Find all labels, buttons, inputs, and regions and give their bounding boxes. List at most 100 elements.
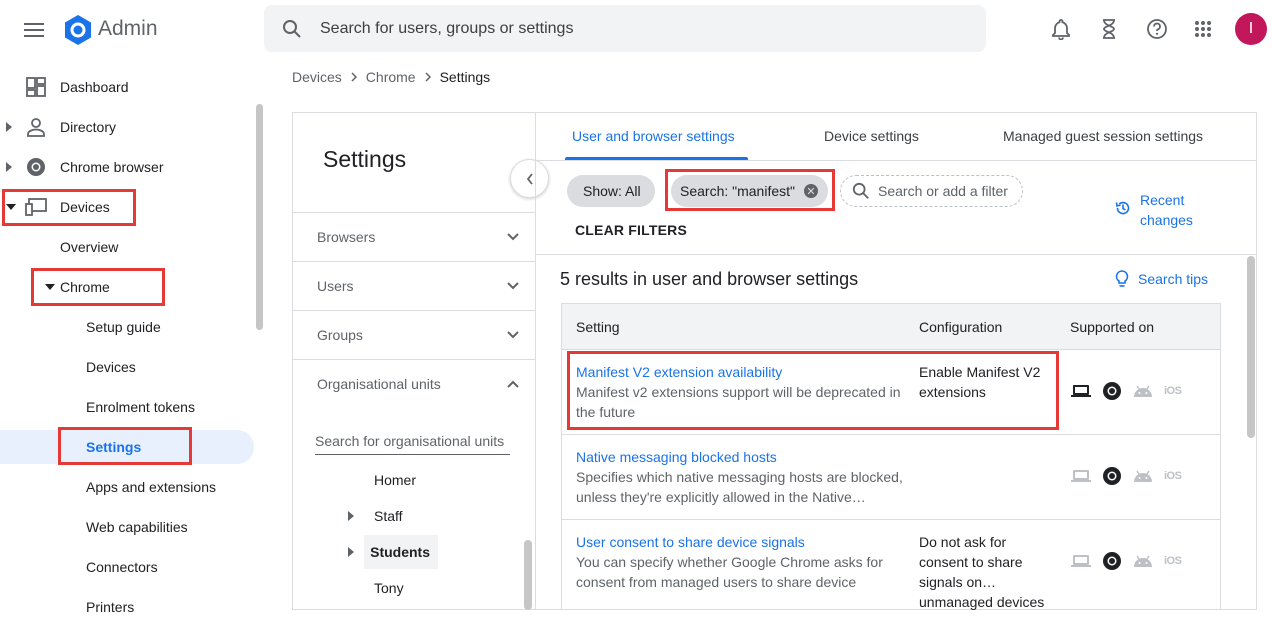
sidebar-item-settings[interactable]: Settings xyxy=(0,430,254,464)
global-search-input[interactable] xyxy=(320,19,920,38)
sidebar-item-connectors[interactable]: Connectors xyxy=(0,550,250,584)
chevron-down-icon xyxy=(507,233,519,241)
recent-changes-link[interactable]: Recent changes xyxy=(1115,190,1204,230)
sidebar-item-printers[interactable]: Printers xyxy=(0,590,250,624)
avatar[interactable]: I xyxy=(1235,13,1267,45)
sidebar-item-label: Printers xyxy=(86,599,135,615)
tab-device-settings[interactable]: Device settings xyxy=(824,128,919,144)
help-icon[interactable] xyxy=(1144,16,1170,42)
sidebar-item-label: Dashboard xyxy=(60,79,129,95)
setting-name-link[interactable]: User consent to share device signals xyxy=(576,532,805,552)
search-manifest-chip[interactable]: Search: "manifest" ✕ xyxy=(671,175,828,207)
chip-label: Show: All xyxy=(583,183,641,199)
table-row[interactable]: Native messaging blocked hosts Specifies… xyxy=(562,435,1220,520)
breadcrumb-chrome[interactable]: Chrome xyxy=(366,69,416,85)
sidebar-item-chrome[interactable]: Chrome xyxy=(0,270,250,304)
setting-name-link[interactable]: Native messaging blocked hosts xyxy=(576,447,777,467)
ou-item-tony[interactable]: Tony xyxy=(374,571,404,605)
global-search[interactable] xyxy=(264,5,986,52)
show-all-chip[interactable]: Show: All xyxy=(567,175,655,207)
sidebar-item-devices-sub[interactable]: Devices xyxy=(0,350,250,384)
history-icon xyxy=(1115,200,1131,230)
chevron-right-icon xyxy=(351,72,357,82)
sidebar-item-dashboard[interactable]: Dashboard xyxy=(0,70,250,104)
collapse-arrow-icon[interactable] xyxy=(45,284,55,290)
sidebar-item-label: Settings xyxy=(86,439,142,455)
breadcrumb: Devices Chrome Settings xyxy=(292,69,490,85)
chrome-icon xyxy=(1102,551,1122,571)
expand-arrow-icon[interactable] xyxy=(6,122,16,132)
apps-grid-icon[interactable] xyxy=(1190,16,1216,42)
remove-chip-icon[interactable]: ✕ xyxy=(804,184,818,198)
table-header: Setting Configuration Supported on xyxy=(562,304,1220,350)
search-tips-link[interactable]: Search tips xyxy=(1115,270,1208,288)
add-filter-field[interactable] xyxy=(840,175,1023,207)
ios-icon: iOS xyxy=(1164,385,1182,397)
tab-user-and-browser-settings[interactable]: User and browser settings xyxy=(572,128,735,144)
results-scrollbar[interactable] xyxy=(1247,256,1255,438)
sidebar-item-label: Chrome xyxy=(60,279,110,295)
ou-search-input[interactable] xyxy=(315,428,510,455)
expand-arrow-icon[interactable] xyxy=(348,547,364,557)
chrome-icon xyxy=(25,156,47,178)
menu-icon[interactable] xyxy=(20,16,48,44)
sidebar-scrollbar[interactable] xyxy=(256,104,263,330)
supported-platforms: iOS xyxy=(1070,551,1182,571)
breadcrumb-settings: Settings xyxy=(439,69,491,85)
table-row[interactable]: Manifest V2 extension availability Manif… xyxy=(562,350,1220,435)
filter-groups[interactable]: Groups xyxy=(293,310,535,359)
filters-divider xyxy=(536,254,1256,255)
sidebar-item-chrome-browser[interactable]: Chrome browser xyxy=(0,150,250,184)
expand-arrow-icon[interactable] xyxy=(6,162,16,172)
app-title: Admin xyxy=(98,17,158,40)
sidebar-item-setup-guide[interactable]: Setup guide xyxy=(0,310,250,344)
ou-label: Homer xyxy=(374,472,417,488)
bell-icon[interactable] xyxy=(1048,16,1074,42)
tab-managed-guest-session-settings[interactable]: Managed guest session settings xyxy=(1003,128,1203,144)
collapse-arrow-icon[interactable] xyxy=(6,204,16,210)
filter-label: Users xyxy=(317,278,354,294)
sidebar-item-overview[interactable]: Overview xyxy=(0,230,250,264)
sidebar-item-apps-and-extensions[interactable]: Apps and extensions xyxy=(0,470,250,504)
column-header-setting[interactable]: Setting xyxy=(576,319,620,335)
filter-label: Groups xyxy=(317,327,363,343)
sidebar-item-web-capabilities[interactable]: Web capabilities xyxy=(0,510,250,544)
ou-item-students-row[interactable]: Students xyxy=(348,535,438,569)
filter-browsers[interactable]: Browsers xyxy=(293,212,535,261)
setting-description: You can specify whether Google Chrome as… xyxy=(576,554,883,590)
add-filter-input[interactable] xyxy=(878,183,1018,199)
setting-configuration: Enable Manifest V2 extensions xyxy=(919,364,1041,400)
clear-filters-button[interactable]: CLEAR FILTERS xyxy=(575,222,687,238)
sidebar-item-label: Setup guide xyxy=(86,319,161,335)
sidebar-item-directory[interactable]: Directory xyxy=(0,110,250,144)
sidebar-item-enrolment-tokens[interactable]: Enrolment tokens xyxy=(0,390,250,424)
column-header-supported-on[interactable]: Supported on xyxy=(1070,319,1154,335)
search-tips-label: Search tips xyxy=(1138,271,1209,287)
table-row[interactable]: User consent to share device signals You… xyxy=(562,520,1220,610)
laptop-icon xyxy=(1070,384,1092,398)
sidebar-item-devices[interactable]: Devices xyxy=(0,190,250,224)
ou-item-staff[interactable]: Staff xyxy=(348,499,403,533)
filter-organisational-units[interactable]: Organisational units xyxy=(293,359,535,408)
filter-label: Organisational units xyxy=(317,376,441,392)
ou-label: Staff xyxy=(374,508,403,524)
admin-logo-icon xyxy=(62,14,94,46)
hourglass-icon[interactable] xyxy=(1096,16,1122,42)
top-bar: Admin I xyxy=(0,0,1272,60)
page-title: Settings xyxy=(323,146,407,172)
ou-item-homer[interactable]: Homer xyxy=(374,463,416,497)
ou-scrollbar[interactable] xyxy=(524,540,532,610)
devices-icon xyxy=(25,196,47,218)
filter-users[interactable]: Users xyxy=(293,261,535,310)
sidebar-item-label: Devices xyxy=(60,199,110,215)
sidebar-item-label: Web capabilities xyxy=(86,519,188,535)
chevron-right-icon xyxy=(425,72,431,82)
breadcrumb-devices[interactable]: Devices xyxy=(292,69,342,85)
setting-name-link[interactable]: Manifest V2 extension availability xyxy=(576,362,782,382)
column-header-configuration[interactable]: Configuration xyxy=(919,319,1002,335)
chrome-icon xyxy=(1102,466,1122,486)
sidebar-item-label: Connectors xyxy=(86,559,158,575)
results-count: 5 results in user and browser settings xyxy=(560,269,859,289)
expand-arrow-icon[interactable] xyxy=(348,511,374,521)
results-table: Setting Configuration Supported on Manif… xyxy=(561,303,1221,610)
